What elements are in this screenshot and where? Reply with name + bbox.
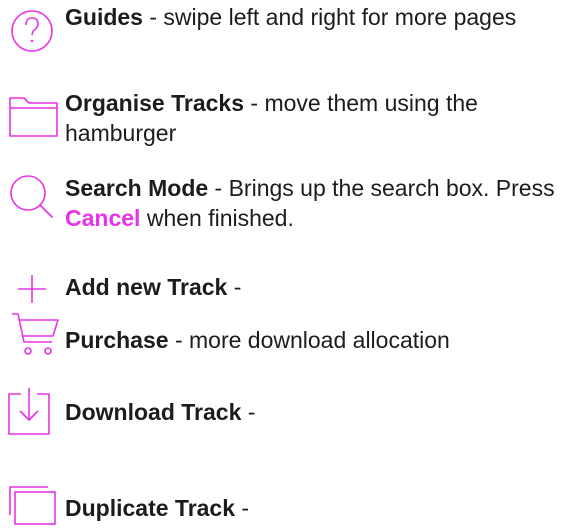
folder-icon bbox=[4, 90, 62, 142]
help-item-guides-text: Guides - swipe left and right for more p… bbox=[65, 2, 560, 32]
duplicate-icon bbox=[4, 475, 62, 527]
help-item-title: Add new Track bbox=[65, 274, 228, 300]
help-item-duplicate-track-text: Duplicate Track - bbox=[65, 493, 560, 523]
help-item-title: Duplicate Track bbox=[65, 495, 236, 521]
help-item-description: - bbox=[235, 495, 250, 521]
magnifier-icon bbox=[4, 172, 62, 224]
help-item-purchase-text: Purchase - more download allocation bbox=[65, 325, 560, 355]
shopping-cart-icon bbox=[4, 308, 62, 360]
help-item-title: Download Track bbox=[65, 399, 242, 425]
help-item-title: Search Mode bbox=[65, 175, 209, 201]
help-item-search-mode-text: Search Mode - Brings up the search box. … bbox=[65, 173, 560, 233]
download-tray-icon bbox=[4, 384, 62, 436]
help-item-organise-tracks-text: Organise Tracks - move them using the ha… bbox=[65, 88, 560, 148]
help-item-add-new-track-text: Add new Track - bbox=[65, 272, 560, 302]
help-item-title: Guides bbox=[65, 4, 143, 30]
help-item-description-end: when finished. bbox=[140, 205, 294, 231]
help-item-description: - Brings up the search box. Press bbox=[208, 175, 555, 201]
help-item-title: Purchase bbox=[65, 327, 169, 353]
help-item-description: - more download allocation bbox=[168, 327, 450, 353]
help-item-title: Organise Tracks bbox=[65, 90, 244, 116]
help-screen: { "accent_color": "#e933e8", "text_color… bbox=[0, 0, 568, 529]
help-item-description: - swipe left and right for more pages bbox=[142, 4, 517, 30]
help-item-description: - bbox=[227, 274, 242, 300]
help-item-download-track-text: Download Track - bbox=[65, 397, 560, 427]
question-mark-circle-icon bbox=[4, 4, 62, 56]
help-item-description: - bbox=[241, 399, 256, 425]
cancel-keyword: Cancel bbox=[65, 205, 141, 231]
